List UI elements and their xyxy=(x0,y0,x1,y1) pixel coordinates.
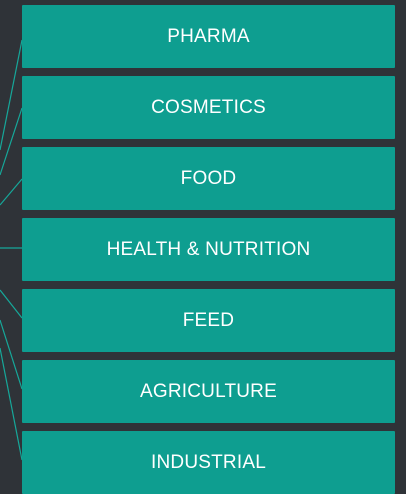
menu-item-cosmetics[interactable]: COSMETICS xyxy=(22,76,395,139)
menu-item-label: INDUSTRIAL xyxy=(151,451,266,473)
menu-item-label: FOOD xyxy=(180,167,237,189)
industry-menu: PHARMA COSMETICS FOOD HEALTH & NUTRITION… xyxy=(22,5,395,494)
menu-item-food[interactable]: FOOD xyxy=(22,147,395,210)
menu-item-label: AGRICULTURE xyxy=(140,380,277,402)
menu-item-label: HEALTH & NUTRITION xyxy=(106,238,311,260)
menu-item-feed[interactable]: FEED xyxy=(22,289,395,352)
connector-line-food xyxy=(0,178,23,206)
menu-item-agriculture[interactable]: AGRICULTURE xyxy=(22,360,395,423)
menu-item-label: FEED xyxy=(182,309,235,331)
menu-item-health-nutrition[interactable]: HEALTH & NUTRITION xyxy=(22,218,395,281)
connector-line-pharma xyxy=(0,39,23,151)
connector-line-cosmetics xyxy=(0,107,23,176)
menu-item-industrial[interactable]: INDUSTRIAL xyxy=(22,431,395,494)
menu-item-pharma[interactable]: PHARMA xyxy=(22,5,395,68)
connector-line-feed xyxy=(0,289,23,319)
connector-line-industrial xyxy=(0,347,23,461)
menu-item-label: COSMETICS xyxy=(151,96,266,118)
connector-line-agriculture xyxy=(0,319,23,390)
menu-item-label: PHARMA xyxy=(167,25,250,47)
